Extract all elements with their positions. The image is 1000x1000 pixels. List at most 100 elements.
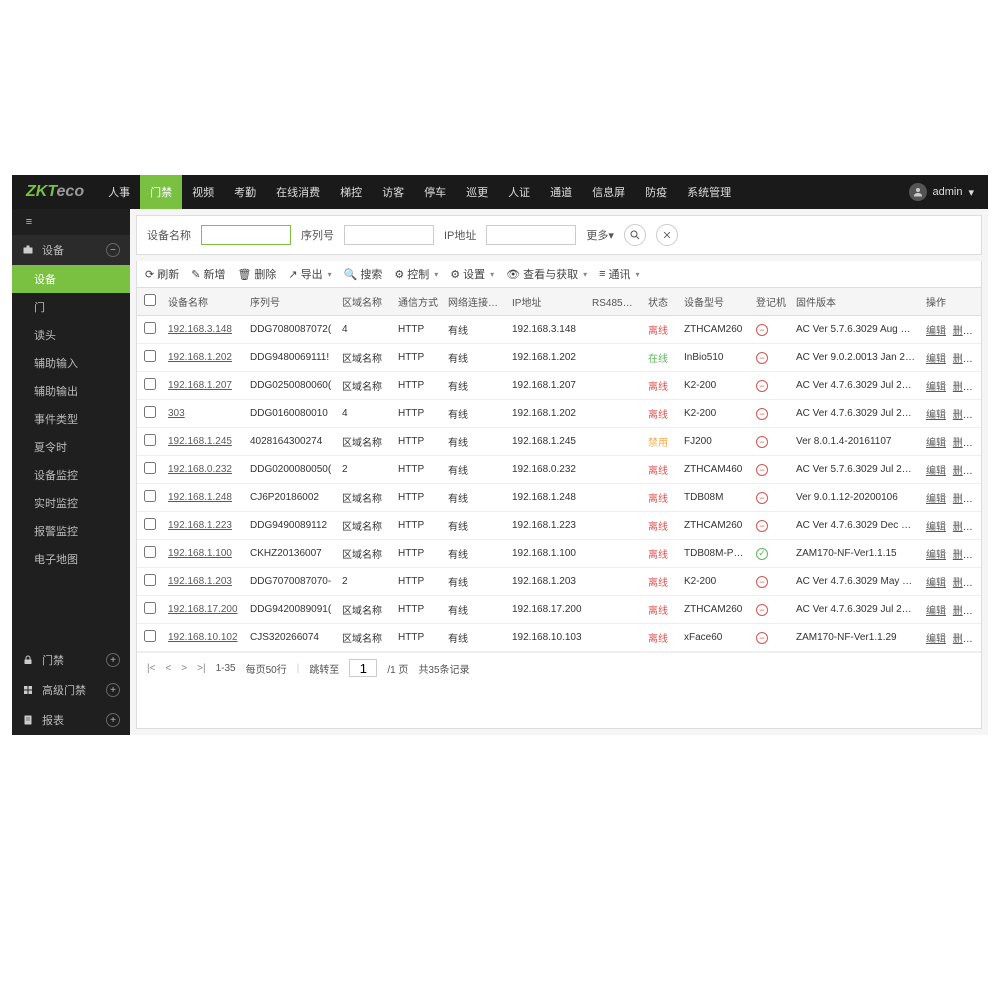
device-name-link[interactable]: 192.168.3.148 <box>168 324 232 335</box>
search-submit-icon[interactable] <box>624 224 646 246</box>
toolbar-btn-1[interactable]: ✎新增 <box>191 266 225 282</box>
device-name-link[interactable]: 192.168.1.223 <box>168 520 232 531</box>
topnav-item-4[interactable]: 在线消费 <box>266 175 330 209</box>
topnav-item-8[interactable]: 巡更 <box>456 175 498 209</box>
op-link[interactable]: 编辑 <box>926 354 946 365</box>
topnav-item-13[interactable]: 系统管理 <box>677 175 741 209</box>
device-name-link[interactable]: 192.168.0.232 <box>168 464 232 475</box>
sidebar-item-2[interactable]: 读头 <box>12 321 130 349</box>
op-link[interactable]: 编辑 <box>926 550 946 561</box>
topnav-item-7[interactable]: 停车 <box>414 175 456 209</box>
device-name-link[interactable]: 192.168.1.207 <box>168 380 232 391</box>
device-name-link[interactable]: 192.168.1.203 <box>168 576 232 587</box>
sidebar-item-0[interactable]: 设备 <box>12 265 130 293</box>
expand-icon[interactable]: + <box>106 653 120 667</box>
row-checkbox[interactable] <box>144 350 156 362</box>
row-checkbox[interactable] <box>144 406 156 418</box>
user-menu[interactable]: admin ▾ <box>895 183 989 201</box>
row-checkbox[interactable] <box>144 434 156 446</box>
pager-page-input[interactable] <box>349 659 377 677</box>
op-link[interactable]: 配置主设备 <box>980 354 981 365</box>
toolbar-btn-2[interactable]: 🗑删除 <box>237 266 276 282</box>
sidebar-item-7[interactable]: 设备监控 <box>12 461 130 489</box>
row-checkbox[interactable] <box>144 602 156 614</box>
op-link[interactable]: 删除 <box>953 634 973 645</box>
sidebar-item-6[interactable]: 夏令时 <box>12 433 130 461</box>
device-name-link[interactable]: 192.168.1.202 <box>168 352 232 363</box>
device-name-link[interactable]: 192.168.1.245 <box>168 436 232 447</box>
toolbar-btn-8[interactable]: ≡通讯 <box>599 266 639 282</box>
topnav-item-1[interactable]: 门禁 <box>140 175 182 209</box>
op-link[interactable]: 删除 <box>953 494 973 505</box>
row-checkbox[interactable] <box>144 322 156 334</box>
pager-last-icon[interactable]: >| <box>197 663 205 674</box>
sidebar-collapse-toggle[interactable]: ≡ <box>12 209 130 235</box>
search-input-serial[interactable] <box>344 225 434 245</box>
op-link[interactable]: 删除 <box>953 522 973 533</box>
sidebar-item-1[interactable]: 门 <box>12 293 130 321</box>
row-checkbox[interactable] <box>144 518 156 530</box>
pager-prev-icon[interactable]: < <box>165 663 171 674</box>
pager-first-icon[interactable]: |< <box>147 663 155 674</box>
op-link[interactable]: 编辑 <box>926 522 946 533</box>
pager-perpage-label[interactable]: 每页50行 <box>246 661 287 676</box>
op-link[interactable]: 编辑 <box>926 382 946 393</box>
sidebar-bottom-1[interactable]: 高级门禁+ <box>12 675 130 705</box>
collapse-icon[interactable]: − <box>106 243 120 257</box>
topnav-item-0[interactable]: 人事 <box>98 175 140 209</box>
row-checkbox[interactable] <box>144 630 156 642</box>
device-name-link[interactable]: 303 <box>168 408 185 419</box>
op-link[interactable]: 编辑 <box>926 634 946 645</box>
topnav-item-3[interactable]: 考勤 <box>224 175 266 209</box>
sidebar-item-4[interactable]: 辅助输出 <box>12 377 130 405</box>
topnav-item-2[interactable]: 视频 <box>182 175 224 209</box>
topnav-item-6[interactable]: 访客 <box>372 175 414 209</box>
pager-next-icon[interactable]: > <box>181 663 187 674</box>
op-link[interactable]: 删除 <box>953 326 973 337</box>
row-checkbox[interactable] <box>144 462 156 474</box>
search-input-ip[interactable] <box>486 225 576 245</box>
row-checkbox[interactable] <box>144 546 156 558</box>
topnav-item-11[interactable]: 信息屏 <box>582 175 635 209</box>
row-checkbox[interactable] <box>144 574 156 586</box>
op-link[interactable]: 删除 <box>953 382 973 393</box>
search-input-name[interactable] <box>201 225 291 245</box>
op-link[interactable]: 编辑 <box>926 578 946 589</box>
search-more-toggle[interactable]: 更多▾ <box>586 227 614 243</box>
toolbar-btn-5[interactable]: ⚙控制 <box>394 266 438 282</box>
op-link[interactable]: 删除 <box>953 354 973 365</box>
toolbar-btn-0[interactable]: ⟳刷新 <box>145 266 179 282</box>
topnav-item-12[interactable]: 防疫 <box>635 175 677 209</box>
op-link[interactable]: 删除 <box>953 466 973 477</box>
op-link[interactable]: 编辑 <box>926 438 946 449</box>
sidebar-group-device[interactable]: 设备 − <box>12 235 130 265</box>
op-link[interactable]: 删除 <box>953 550 973 561</box>
topnav-item-9[interactable]: 人证 <box>498 175 540 209</box>
op-link[interactable]: 删除 <box>953 410 973 421</box>
device-name-link[interactable]: 192.168.1.100 <box>168 548 232 559</box>
toolbar-btn-6[interactable]: ⚙设置 <box>450 266 494 282</box>
expand-icon[interactable]: + <box>106 713 120 727</box>
toolbar-btn-3[interactable]: ↗导出 <box>288 266 331 282</box>
toolbar-btn-7[interactable]: 👁查看与获取 <box>506 266 587 282</box>
sidebar-bottom-0[interactable]: 门禁+ <box>12 645 130 675</box>
op-link[interactable]: 编辑 <box>926 410 946 421</box>
op-link[interactable]: 编辑 <box>926 494 946 505</box>
topnav-item-5[interactable]: 梯控 <box>330 175 372 209</box>
sidebar-item-3[interactable]: 辅助输入 <box>12 349 130 377</box>
sidebar-item-10[interactable]: 电子地图 <box>12 545 130 573</box>
sidebar-bottom-2[interactable]: 报表+ <box>12 705 130 735</box>
op-link[interactable]: 编辑 <box>926 606 946 617</box>
op-link[interactable]: 编辑 <box>926 326 946 337</box>
search-reset-icon[interactable] <box>656 224 678 246</box>
sidebar-item-9[interactable]: 报警监控 <box>12 517 130 545</box>
device-name-link[interactable]: 192.168.1.248 <box>168 492 232 503</box>
topnav-item-10[interactable]: 通道 <box>540 175 582 209</box>
select-all-checkbox[interactable] <box>144 294 156 306</box>
sidebar-item-8[interactable]: 实时监控 <box>12 489 130 517</box>
device-name-link[interactable]: 192.168.10.102 <box>168 632 238 643</box>
op-link[interactable]: 删除 <box>953 578 973 589</box>
device-name-link[interactable]: 192.168.17.200 <box>168 604 238 615</box>
op-link[interactable]: 编辑 <box>926 466 946 477</box>
row-checkbox[interactable] <box>144 490 156 502</box>
